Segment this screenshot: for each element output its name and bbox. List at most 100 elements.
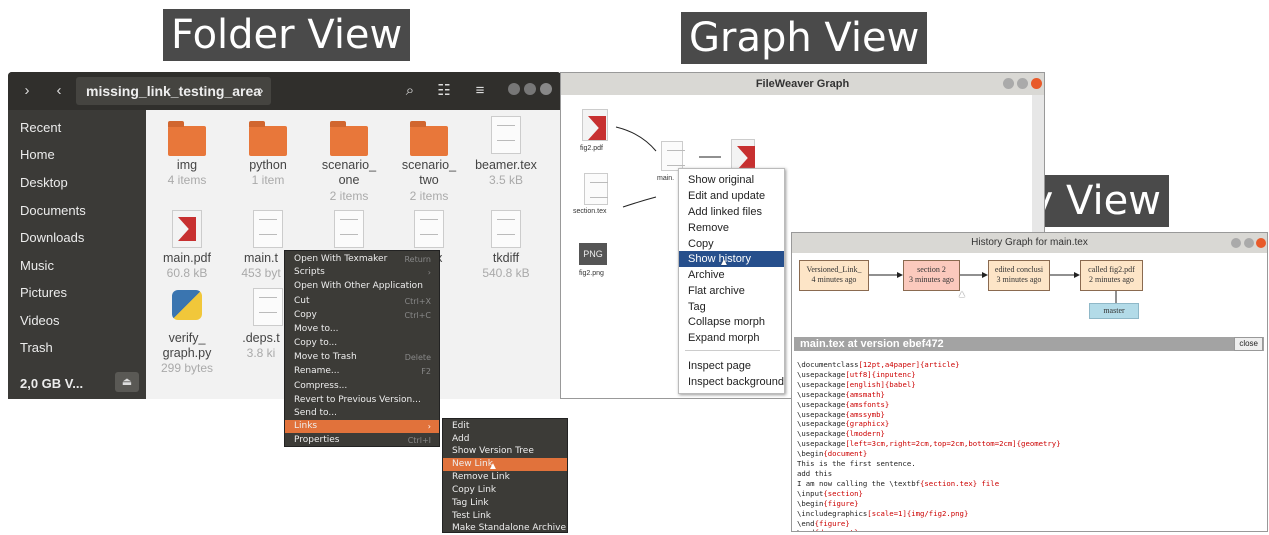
device-label[interactable]: 2,0 GB V...: [20, 376, 83, 391]
path-forward-icon[interactable]: ›: [252, 80, 270, 102]
file-size: 299 bytes: [160, 361, 214, 375]
code-command: \end: [797, 518, 815, 528]
folder-icon[interactable]: [330, 121, 368, 156]
menu-item-send-to[interactable]: Send to...: [285, 407, 439, 420]
search-icon[interactable]: ⌕: [400, 80, 420, 102]
folder-icon[interactable]: [168, 121, 206, 156]
file-name[interactable]: scenario_ two: [389, 158, 469, 188]
pdf-icon[interactable]: [172, 210, 202, 248]
code-line: \input{section}: [797, 489, 1257, 499]
submenu-item-show-version-tree[interactable]: Show Version Tree: [443, 445, 567, 458]
sidebar-item-music[interactable]: Music: [20, 258, 54, 273]
menu-item-copy[interactable]: Copy: [679, 236, 784, 252]
file-name[interactable]: main.pdf: [147, 251, 227, 266]
close-icon[interactable]: [540, 83, 552, 95]
menu-item-edit-and-update[interactable]: Edit and update: [679, 188, 784, 204]
menu-item-archive[interactable]: Archive: [679, 267, 784, 283]
path-breadcrumb[interactable]: missing_link_testing_area: [76, 77, 272, 105]
menu-item-flat-archive[interactable]: Flat archive: [679, 283, 784, 299]
menu-item-cut[interactable]: Cut Ctrl+X: [285, 295, 439, 308]
document-icon[interactable]: [253, 210, 283, 248]
history-node[interactable]: called fig2.pdf 2 minutes ago: [1080, 260, 1143, 291]
file-name[interactable]: tkdiff: [466, 251, 546, 266]
menu-item-properties[interactable]: Properties Ctrl+I: [285, 434, 439, 447]
menu-item-remove[interactable]: Remove: [679, 220, 784, 236]
menu-item-tag[interactable]: Tag: [679, 299, 784, 315]
node-main-tex[interactable]: [661, 141, 685, 171]
menu-item-show-original[interactable]: Show original: [679, 172, 784, 188]
close-icon[interactable]: [1031, 78, 1042, 89]
sidebar-item-home[interactable]: Home: [20, 147, 55, 162]
sidebar-item-videos[interactable]: Videos: [20, 313, 60, 328]
submenu-item-remove-link[interactable]: Remove Link: [443, 471, 567, 484]
node-section-tex[interactable]: [584, 173, 608, 205]
eject-icon[interactable]: ⏏: [115, 372, 139, 392]
menu-item-scripts[interactable]: Scripts ›: [285, 266, 439, 279]
menu-shortcut: Ctrl+X: [404, 297, 431, 306]
python-icon[interactable]: [172, 290, 202, 320]
document-icon[interactable]: [253, 288, 283, 326]
menu-item-show-history[interactable]: Show history: [679, 251, 784, 267]
menu-item-inspect-background[interactable]: Inspect background: [679, 374, 784, 390]
view-toggle-icon[interactable]: ☷: [434, 80, 454, 102]
maximize-icon[interactable]: [524, 83, 536, 95]
sidebar-item-desktop[interactable]: Desktop: [20, 175, 68, 190]
file-size: 2 items: [409, 189, 449, 203]
submenu-item-new-link[interactable]: New Link: [443, 458, 567, 471]
document-icon[interactable]: [491, 116, 521, 154]
menu-item-open-with-texmaker[interactable]: Open With Texmaker Return: [285, 253, 439, 266]
code-line: \usepackage{amsfonts}: [797, 400, 1257, 410]
menu-item-add-linked-files[interactable]: Add linked files: [679, 204, 784, 220]
document-icon[interactable]: [334, 210, 364, 248]
minimize-icon[interactable]: [1003, 78, 1014, 89]
node-main-pdf[interactable]: [731, 139, 755, 169]
menu-item-open-with-other[interactable]: Open With Other Application: [285, 280, 439, 293]
submenu-item-edit[interactable]: Edit: [443, 420, 567, 433]
sidebar-item-documents[interactable]: Documents: [20, 203, 86, 218]
menu-item-move-to-trash[interactable]: Move to Trash Delete: [285, 351, 439, 364]
menu-item-move-to[interactable]: Move to...: [285, 323, 439, 336]
branch-label[interactable]: master: [1089, 303, 1139, 319]
sidebar-item-trash[interactable]: Trash: [20, 340, 53, 355]
node-fig2-png[interactable]: PNG: [579, 243, 607, 265]
sidebar-item-recent[interactable]: Recent: [20, 120, 61, 135]
folder-icon[interactable]: [410, 121, 448, 156]
minimize-icon[interactable]: [508, 83, 520, 95]
chevron-right-icon: ›: [427, 268, 431, 277]
file-name[interactable]: scenario_ one: [309, 158, 389, 188]
menu-item-rename[interactable]: Rename... F2: [285, 365, 439, 378]
folder-icon[interactable]: [249, 121, 287, 156]
forward-icon[interactable]: ›: [16, 80, 38, 102]
node-label: main.: [657, 175, 675, 182]
menu-item-copy[interactable]: Copy Ctrl+C: [285, 309, 439, 322]
maximize-icon[interactable]: [1017, 78, 1028, 89]
close-button[interactable]: close: [1234, 337, 1263, 351]
code-command: add this: [797, 468, 833, 478]
submenu-item-make-standalone-archive[interactable]: Make Standalone Archive: [443, 522, 567, 535]
menu-icon[interactable]: ≡: [470, 80, 490, 102]
menu-item-revert[interactable]: Revert to Previous Version...: [285, 394, 439, 407]
document-icon[interactable]: [414, 210, 444, 248]
node-fig2-pdf[interactable]: [582, 109, 608, 141]
code-command: \includegraphics: [797, 508, 868, 518]
menu-item-compress[interactable]: Compress...: [285, 380, 439, 393]
menu-item-expand-morph[interactable]: Expand morph: [679, 330, 784, 346]
menu-item-copy-to[interactable]: Copy to...: [285, 337, 439, 350]
history-node[interactable]: Versioned_Link_ 4 minutes ago: [799, 260, 869, 291]
menu-item-inspect-page[interactable]: Inspect page: [679, 358, 784, 374]
menu-item-collapse-morph[interactable]: Collapse morph: [679, 314, 784, 330]
file-name[interactable]: verify_ graph.py: [147, 331, 227, 361]
back-icon[interactable]: ‹: [48, 80, 70, 102]
sidebar-item-pictures[interactable]: Pictures: [20, 285, 67, 300]
file-name[interactable]: python: [228, 158, 308, 173]
submenu-item-copy-link[interactable]: Copy Link: [443, 484, 567, 497]
sidebar-item-downloads[interactable]: Downloads: [20, 230, 84, 245]
code-argument: {section}: [823, 488, 863, 498]
menu-item-links[interactable]: Links ›: [285, 420, 439, 433]
document-icon[interactable]: [491, 210, 521, 248]
history-node-current[interactable]: section 23 minutes ago: [903, 260, 960, 291]
submenu-item-tag-link[interactable]: Tag Link: [443, 497, 567, 510]
file-name[interactable]: beamer.tex: [466, 158, 546, 173]
history-node[interactable]: edited conclusi 3 minutes ago: [988, 260, 1050, 291]
file-name[interactable]: img: [147, 158, 227, 173]
